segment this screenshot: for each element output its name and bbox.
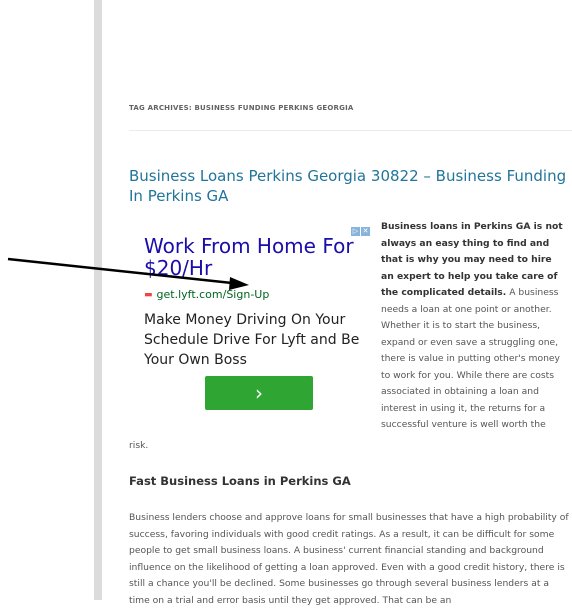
left-sidebar-bar <box>94 0 102 600</box>
ad-title[interactable]: Work From Home For $20/Hr <box>144 235 384 279</box>
ad-url-text[interactable]: get.lyft.com/Sign-Up <box>157 288 270 301</box>
tag-archive-label: TAG ARCHIVES: BUSINESS FUNDING PERKINS G… <box>129 104 354 112</box>
body-paragraph: Business lenders choose and approve loan… <box>129 512 569 606</box>
ad-next-button[interactable]: › <box>205 376 313 410</box>
close-ad-icon[interactable]: ✕ <box>361 227 370 236</box>
intro-rest-text: A business needs a loan at one point or … <box>381 287 560 430</box>
intro-paragraph: Business loans in Perkins GA is not alwa… <box>381 219 567 434</box>
post-title[interactable]: Business Loans Perkins Georgia 30822 – B… <box>129 166 572 206</box>
ad-unit[interactable]: Work From Home For $20/Hr ▬ get.lyft.com… <box>144 227 384 417</box>
adchoices-icons[interactable]: ▷ ✕ <box>351 227 370 236</box>
section-heading: Fast Business Loans in Perkins GA <box>129 474 351 488</box>
header-divider <box>129 130 572 131</box>
ad-description: Make Money Driving On Your Schedule Driv… <box>144 312 360 368</box>
adchoices-icon[interactable]: ▷ <box>351 227 360 236</box>
ad-url[interactable]: ▬ get.lyft.com/Sign-Up <box>144 288 384 301</box>
intro-tail-text: risk. <box>129 440 149 451</box>
chevron-right-icon: › <box>255 381 263 405</box>
link-icon: ▬ <box>144 289 153 300</box>
